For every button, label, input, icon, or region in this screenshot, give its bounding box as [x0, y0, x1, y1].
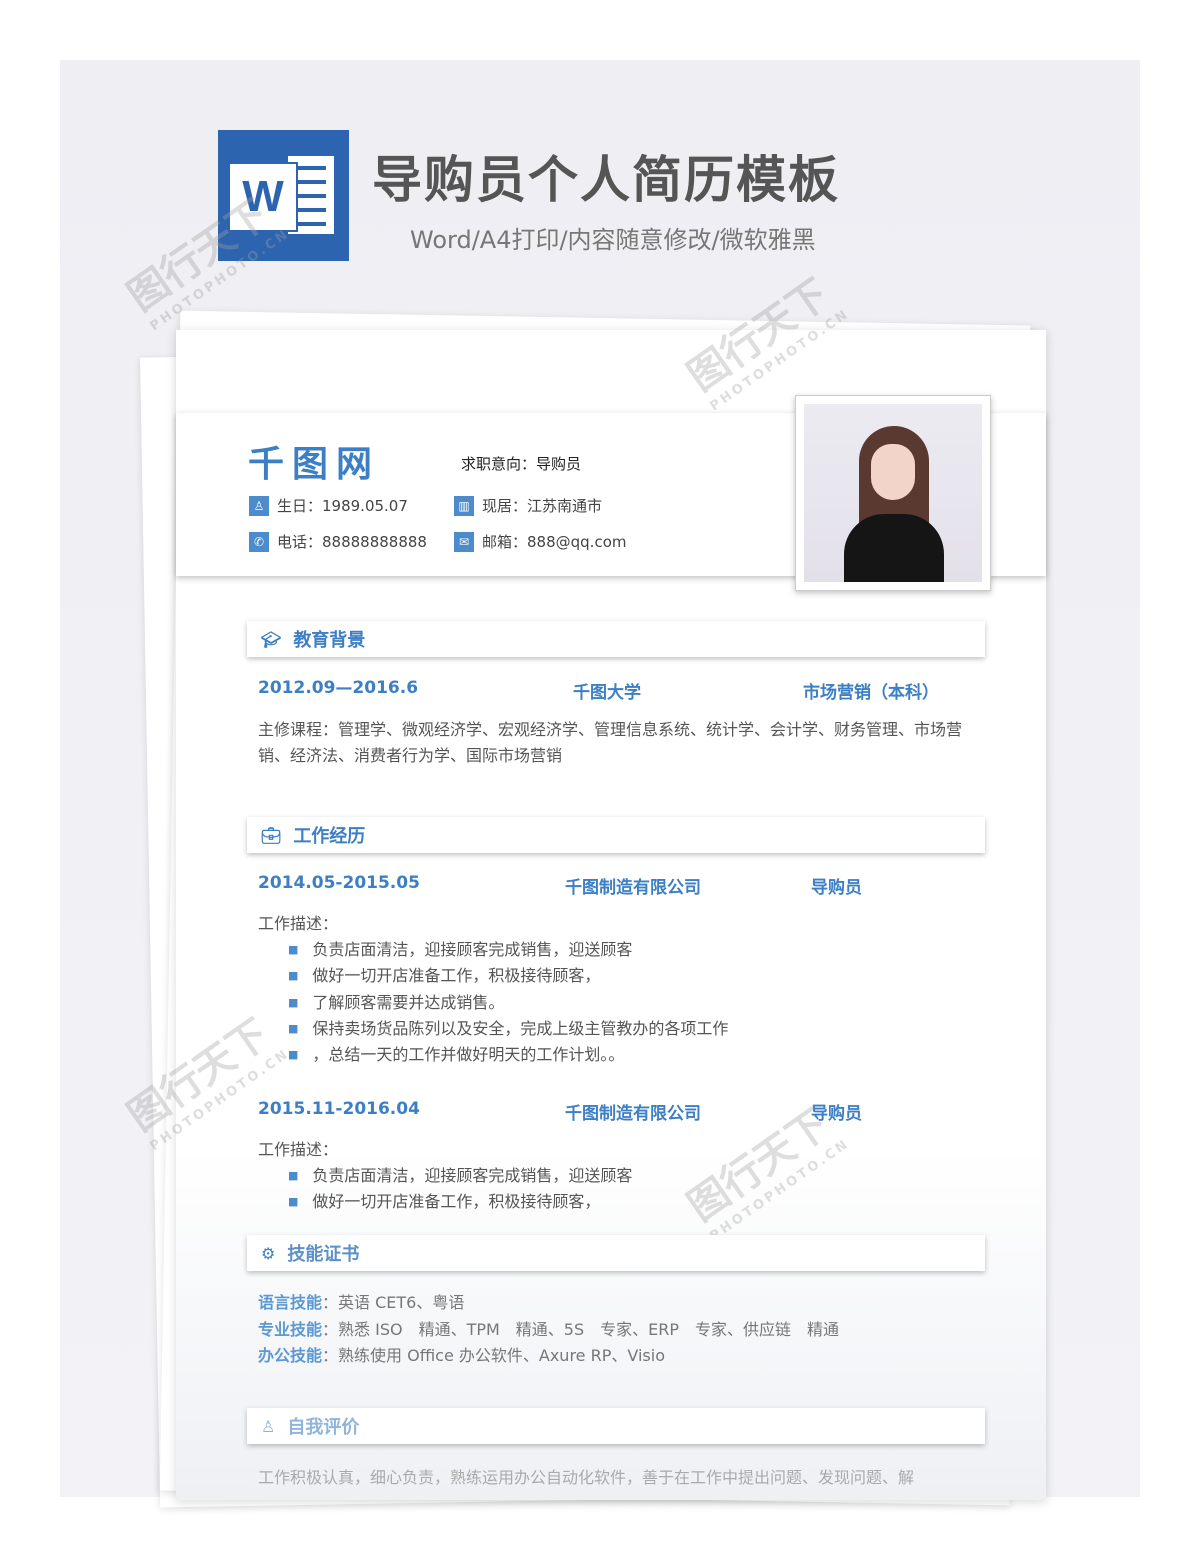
job-desc-label: 工作描述：: [258, 914, 339, 933]
job-duties: 负责店面清洁，迎接顾客完成销售，迎送顾客 做好一切开店准备工作，积极接待顾客，: [288, 1163, 632, 1216]
birth-info: ♙ 生日：1989.05.07: [249, 495, 408, 516]
person-icon: ♙: [261, 1416, 276, 1436]
list-item: 保持卖场货品陈列以及安全，完成上级主管教办的各项工作: [288, 1016, 728, 1042]
skill-item: 办公技能：熟练使用 Office 办公软件、Axure RP、Visio: [258, 1346, 665, 1365]
building-icon: ▥: [454, 495, 474, 516]
skill-item: 专业技能：熟悉 ISO 精通、TPM 精通、5S 专家、ERP 专家、供应链 精…: [258, 1319, 840, 1339]
phone-icon: ✆: [249, 531, 269, 552]
residence-info: ▥ 现居：江苏南通市: [454, 495, 602, 516]
email-info: ✉ 邮箱：888@qq.com: [454, 531, 626, 552]
section-skills: ⚙ 技能证书: [247, 1235, 985, 1271]
phone-info: ✆ 电话：88888888888: [249, 531, 427, 552]
banner-title: 导购员个人简历模板: [372, 151, 840, 209]
gear-icon: ⚙: [261, 1243, 276, 1263]
briefcase-icon: 💼︎: [261, 825, 282, 845]
section-education: 🎓︎ 教育背景: [247, 621, 985, 657]
profile-photo: [795, 395, 991, 591]
education-courses: 主修课程：管理学、微观经济学、宏观经济学、管理信息系统、统计学、会计学、财务管理…: [258, 720, 963, 765]
job-intent: 求职意向：导购员: [461, 455, 582, 473]
person-icon: ♙: [249, 495, 269, 516]
section-work: 💼︎ 工作经历: [247, 817, 985, 853]
job-desc-label: 工作描述：: [258, 1140, 339, 1159]
section-self-evaluation: ♙ 自我评价: [247, 1408, 985, 1444]
list-item: 负责店面清洁，迎接顾客完成销售，迎送顾客: [288, 937, 728, 963]
list-item: ，总结一天的工作并做好明天的工作计划。。: [288, 1042, 728, 1068]
skills-list: 语言技能：英语 CET6、粤语 专业技能：熟悉 ISO 精通、TPM 精通、5S…: [258, 1290, 839, 1370]
graduation-cap-icon: 🎓︎: [261, 629, 282, 649]
mail-icon: ✉: [454, 531, 474, 552]
banner-subtitle: Word/A4打印/内容随意修改/微软雅黑: [410, 226, 816, 254]
list-item: 做好一切开店准备工作，积极接待顾客，: [288, 963, 728, 989]
self-evaluation-text: 工作积极认真，细心负责，熟练运用办公自动化软件，善于在工作中提出问题、发现问题、…: [258, 1468, 915, 1487]
job-duties: 负责店面清洁，迎接顾客完成销售，迎送顾客 做好一切开店准备工作，积极接待顾客， …: [288, 937, 728, 1068]
skill-item: 语言技能：英语 CET6、粤语: [258, 1293, 465, 1312]
candidate-name: 千图网: [248, 444, 381, 485]
list-item: 了解顾客需要并达成销售。: [288, 990, 728, 1016]
list-item: 负责店面清洁，迎接顾客完成销售，迎送顾客: [288, 1163, 632, 1189]
list-item: 做好一切开店准备工作，积极接待顾客，: [288, 1189, 632, 1215]
